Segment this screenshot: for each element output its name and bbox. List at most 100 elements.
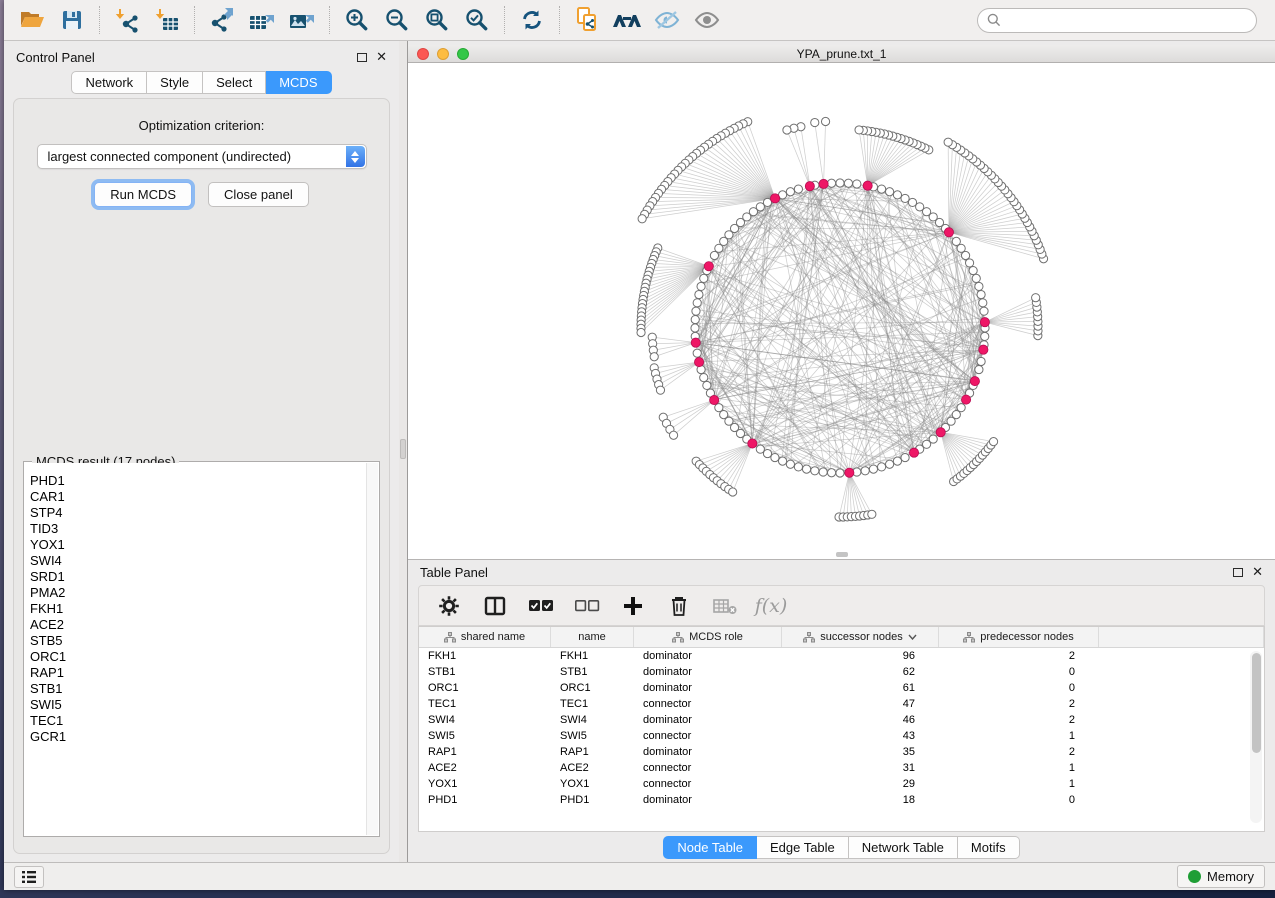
import-network-icon[interactable] [107, 3, 147, 37]
zoom-out-icon[interactable] [377, 3, 417, 37]
mcds-result-item[interactable]: GCR1 [30, 729, 378, 745]
mcds-result-item[interactable]: ORC1 [30, 649, 378, 665]
table-row[interactable]: FKH1FKH1dominator962 [419, 648, 1264, 664]
refresh-icon[interactable] [512, 3, 552, 37]
export-image-icon[interactable] [282, 3, 322, 37]
window-minimize-icon[interactable] [437, 48, 449, 60]
table-row[interactable]: RAP1RAP1dominator352 [419, 744, 1264, 760]
table-cell: PHD1 [419, 792, 551, 808]
mcds-result-list[interactable]: PHD1CAR1STP4TID3YOX1SWI4SRD1PMA2FKH1ACE2… [25, 463, 378, 835]
table-row[interactable]: STB1STB1dominator620 [419, 664, 1264, 680]
panel-splitter[interactable] [399, 41, 408, 862]
float-panel-icon[interactable] [357, 53, 367, 62]
column-header-predecessor-nodes[interactable]: predecessor nodes [939, 627, 1099, 647]
mcds-result-item[interactable]: TID3 [30, 521, 378, 537]
tab-edge-table[interactable]: Edge Table [757, 836, 849, 859]
first-neighbors-icon[interactable] [607, 3, 647, 37]
network-canvas[interactable] [408, 63, 1275, 559]
network-window-titlebar[interactable]: YPA_prune.txt_1 [408, 45, 1275, 63]
table-scrollbar[interactable] [1250, 651, 1262, 823]
table-toolbar: f(x) [418, 585, 1265, 626]
table-row[interactable]: YOX1YOX1connector291 [419, 776, 1264, 792]
mcds-result-item[interactable]: PHD1 [30, 473, 378, 489]
table-cell: dominator [634, 680, 782, 696]
mcds-result-item[interactable]: STB5 [30, 633, 378, 649]
tab-mcds[interactable]: MCDS [266, 71, 331, 94]
column-header-successor-nodes[interactable]: successor nodes [782, 627, 939, 647]
tab-motifs[interactable]: Motifs [958, 836, 1020, 859]
window-close-icon[interactable] [417, 48, 429, 60]
tab-style[interactable]: Style [147, 71, 203, 94]
splitter-grip[interactable] [400, 439, 406, 459]
table-scrollbar-thumb[interactable] [1252, 653, 1261, 753]
window-maximize-icon[interactable] [457, 48, 469, 60]
column-header-name[interactable]: name [551, 627, 634, 647]
zoom-selected-icon[interactable] [457, 3, 497, 37]
zoom-in-icon[interactable] [337, 3, 377, 37]
column-header-mcds-role[interactable]: MCDS role [634, 627, 782, 647]
zoom-fit-icon[interactable] [417, 3, 457, 37]
mcds-result-item[interactable]: CAR1 [30, 489, 378, 505]
mcds-result-item[interactable]: PMA2 [30, 585, 378, 601]
mcds-result-item[interactable]: SRD1 [30, 569, 378, 585]
tab-select[interactable]: Select [203, 71, 266, 94]
memory-status-icon [1188, 870, 1201, 883]
column-header-shared-name[interactable]: shared name [419, 627, 551, 647]
mcds-result-item[interactable]: STB1 [30, 681, 378, 697]
search-box[interactable] [977, 8, 1257, 33]
mcds-result-item[interactable]: FKH1 [30, 601, 378, 617]
delete-column-icon[interactable] [661, 590, 697, 622]
mcds-list-scrollbar[interactable] [366, 463, 378, 835]
table-cell: SWI4 [551, 712, 634, 728]
mcds-result-item[interactable]: YOX1 [30, 537, 378, 553]
mcds-result-item[interactable]: TEC1 [30, 713, 378, 729]
run-mcds-button[interactable]: Run MCDS [94, 182, 192, 207]
mcds-result-item[interactable]: ACE2 [30, 617, 378, 633]
table-row[interactable]: SWI4SWI4dominator462 [419, 712, 1264, 728]
shared-column-icon [672, 632, 684, 643]
table-row[interactable]: ACE2ACE2connector311 [419, 760, 1264, 776]
settings-gear-icon[interactable] [431, 590, 467, 622]
tab-network-table[interactable]: Network Table [849, 836, 958, 859]
save-session-icon[interactable] [52, 3, 92, 37]
deselect-all-icon[interactable] [569, 590, 605, 622]
mcds-result-item[interactable]: STP4 [30, 505, 378, 521]
export-network-icon[interactable] [202, 3, 242, 37]
mcds-result-item[interactable]: RAP1 [30, 665, 378, 681]
table-row[interactable]: TEC1TEC1connector472 [419, 696, 1264, 712]
close-panel-icon[interactable]: ✕ [376, 52, 387, 62]
mcds-result-item[interactable]: SWI5 [30, 697, 378, 713]
float-table-panel-icon[interactable] [1233, 568, 1243, 577]
table-row[interactable]: PHD1PHD1dominator180 [419, 792, 1264, 808]
table-row[interactable]: ORC1ORC1dominator610 [419, 680, 1264, 696]
optimization-criterion-select[interactable]: largest connected component (undirected) [37, 144, 367, 169]
delete-table-icon [707, 590, 743, 622]
node-table[interactable]: shared namenameMCDS rolesuccessor nodesp… [418, 626, 1265, 832]
clone-network-icon[interactable] [567, 3, 607, 37]
table-cell: dominator [634, 792, 782, 808]
network-hscroll-thumb[interactable] [836, 552, 848, 557]
show-all-icon[interactable] [687, 3, 727, 37]
table-cell: 0 [939, 664, 1099, 680]
close-table-panel-icon[interactable]: ✕ [1252, 567, 1263, 577]
table-cell: connector [634, 696, 782, 712]
select-all-icon[interactable] [523, 590, 559, 622]
memory-button[interactable]: Memory [1177, 865, 1265, 888]
hide-selected-icon[interactable] [647, 3, 687, 37]
search-input[interactable] [1007, 13, 1247, 28]
close-panel-button[interactable]: Close panel [208, 182, 309, 207]
import-table-icon[interactable] [147, 3, 187, 37]
table-cell: dominator [634, 648, 782, 664]
add-column-icon[interactable] [615, 590, 651, 622]
tab-node-table[interactable]: Node Table [663, 836, 757, 859]
open-file-icon[interactable] [12, 3, 52, 37]
tab-network[interactable]: Network [71, 71, 147, 94]
table-row[interactable]: SWI5SWI5connector431 [419, 728, 1264, 744]
task-history-button[interactable] [14, 866, 44, 888]
table-cell: SWI5 [551, 728, 634, 744]
column-layout-icon[interactable] [477, 590, 513, 622]
table-cell: 2 [939, 712, 1099, 728]
mcds-result-item[interactable]: SWI4 [30, 553, 378, 569]
export-table-icon[interactable] [242, 3, 282, 37]
table-cell: 2 [939, 744, 1099, 760]
